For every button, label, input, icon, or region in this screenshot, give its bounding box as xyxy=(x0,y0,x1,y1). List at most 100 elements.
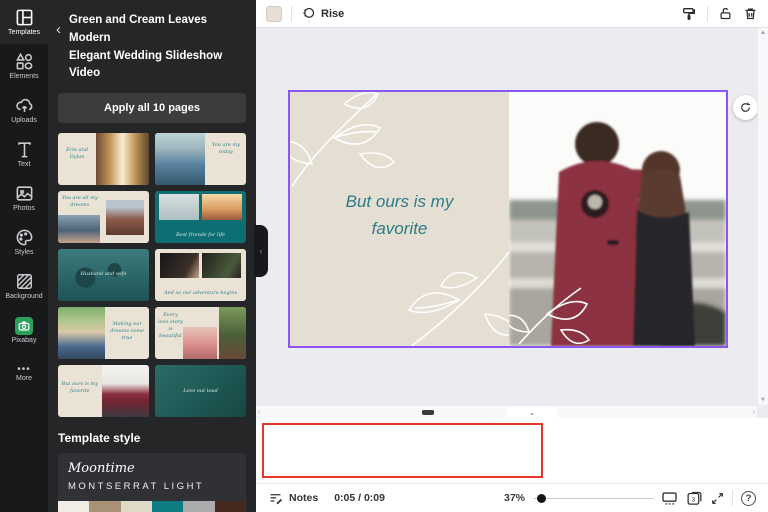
more-icon: ••• xyxy=(17,363,31,375)
zoom-slider-handle[interactable] xyxy=(537,493,546,503)
fullscreen-button[interactable] xyxy=(711,492,724,505)
scroll-up-icon[interactable]: ▲ xyxy=(760,30,766,36)
zoom-slider-track xyxy=(533,497,653,499)
template-style-heading: Template style xyxy=(58,431,141,446)
sidebar-item-label: Templates xyxy=(8,29,40,36)
vertical-scrollbar[interactable]: ▲ ▼ xyxy=(757,28,768,405)
sidebar-item-photos[interactable]: Photos xyxy=(0,176,48,220)
slide-text-line2: favorite xyxy=(371,219,428,239)
scroll-right-icon[interactable]: › xyxy=(753,409,755,416)
sidebar-item-label: Styles xyxy=(14,249,34,256)
thumbnail-photo xyxy=(202,253,241,279)
scroll-down-icon[interactable]: ▼ xyxy=(760,397,766,403)
template-thumbnail-6[interactable]: And so our adventure begins xyxy=(155,249,246,302)
couple-photo xyxy=(509,92,726,346)
paint-roller-icon xyxy=(683,7,695,20)
sidebar-item-label: Pixabay xyxy=(11,336,37,344)
text-icon xyxy=(17,142,31,158)
template-thumbnail-5[interactable]: Husband and wife xyxy=(58,249,149,302)
sidebar-item-styles[interactable]: Styles xyxy=(0,220,48,264)
playback-time: 0:05 / 0:09 xyxy=(334,492,385,504)
editor-main: Rise But ours is my favorite ▲ ▼ ‹ › ⌄ N… xyxy=(256,0,768,512)
scroll-left-icon[interactable]: ‹ xyxy=(258,409,260,416)
zoom-slider[interactable] xyxy=(533,491,653,505)
palette-swatches xyxy=(58,501,246,512)
leaf-decoration-top-left xyxy=(290,92,396,187)
background-color-swatch[interactable] xyxy=(266,5,282,22)
unlock-icon xyxy=(720,7,731,20)
context-toolbar: Rise xyxy=(256,0,768,28)
canva-editor-window: Templates Elements Uploads Text Photos S… xyxy=(0,0,768,512)
statusbar-divider xyxy=(732,490,733,506)
sidebar-item-templates[interactable]: Templates xyxy=(0,0,48,44)
template-title-line1: Green and Cream Leaves Modern xyxy=(69,14,208,44)
template-thumbnail-9[interactable]: But ours is my favorite xyxy=(58,365,149,418)
apply-all-pages-button[interactable]: Apply all 10 pages xyxy=(58,93,246,124)
templates-panel: ‹ Green and Cream Leaves Modern Elegant … xyxy=(48,0,268,512)
template-thumbnails-grid: Erin and Dylan You are my today You are … xyxy=(48,133,256,418)
template-thumbnail-8[interactable]: Every love story is beautiful xyxy=(155,307,246,360)
slide-photo-half xyxy=(509,92,726,346)
grid-view-button[interactable]: 3 xyxy=(686,490,703,507)
palette-swatch-2 xyxy=(89,501,121,512)
scrollbar-thumb[interactable] xyxy=(422,410,434,415)
sidebar-item-label: Elements xyxy=(9,73,39,80)
notes-button[interactable]: Notes xyxy=(268,491,318,506)
sidebar-item-label: Text xyxy=(17,161,31,168)
slide-text[interactable]: But ours is my favorite xyxy=(290,188,509,242)
palette-swatch-5 xyxy=(183,501,215,512)
copy-style-button[interactable] xyxy=(681,6,697,22)
sidebar-item-text[interactable]: Text xyxy=(0,132,48,176)
thumbnail-caption: And so our adventure begins xyxy=(163,290,238,297)
sidebar-item-pixabay[interactable]: Pixabay xyxy=(0,308,48,352)
thumbnail-photo xyxy=(218,307,246,360)
notes-icon xyxy=(270,493,283,504)
thumbnail-caption: Husband and wife xyxy=(80,271,127,278)
page-count: 3 xyxy=(692,496,696,503)
template-thumbnail-4[interactable]: Best friends for life xyxy=(155,191,246,244)
template-style-card[interactable]: Moontime MONTSERRAT LIGHT xyxy=(58,453,246,512)
template-thumbnail-10[interactable]: Love out loud xyxy=(155,365,246,418)
toolbar-right xyxy=(681,5,758,22)
thumbnail-photo xyxy=(160,253,199,279)
status-bar: Notes 0:05 / 0:09 37% 3 ? xyxy=(256,483,768,512)
thumbnail-caption: You are my today xyxy=(211,141,241,155)
panel-header: ‹ Green and Cream Leaves Modern Elegant … xyxy=(48,0,256,91)
template-thumbnail-3[interactable]: You are all my dreams xyxy=(58,191,149,244)
back-button[interactable]: ‹ xyxy=(56,12,61,37)
thumbnail-caption: Erin and Dylan xyxy=(66,146,89,160)
template-style-fonts: Moontime MONTSERRAT LIGHT xyxy=(58,453,246,502)
video-timeline: ▶ Erin and Dylan 2.9s + But ours is my f… xyxy=(256,418,768,483)
photos-icon xyxy=(16,186,32,201)
rotate-button[interactable] xyxy=(733,95,758,120)
sidebar-item-background[interactable]: Background xyxy=(0,264,48,308)
help-button[interactable]: ? xyxy=(741,490,756,506)
sidebar-item-label: More xyxy=(16,374,32,382)
slide-text-line1: But ours is my xyxy=(345,192,454,211)
sidebar-item-uploads[interactable]: Uploads xyxy=(0,88,48,132)
chevron-left-icon: ‹ xyxy=(259,246,263,256)
object-panel-rail: Templates Elements Uploads Text Photos S… xyxy=(0,0,48,512)
chevron-down-icon: ⌄ xyxy=(528,408,536,417)
rotate-icon xyxy=(741,102,751,112)
trash-icon xyxy=(745,8,756,20)
template-thumbnail-2[interactable]: You are my today xyxy=(155,133,246,186)
delete-button[interactable] xyxy=(743,6,758,21)
slide-beige-half: But ours is my favorite xyxy=(290,92,509,346)
sidebar-item-elements[interactable]: Elements xyxy=(0,44,48,88)
caps-font-preview: MONTSERRAT LIGHT xyxy=(68,481,205,493)
animate-button[interactable]: Rise xyxy=(301,6,344,21)
present-button[interactable] xyxy=(661,491,678,506)
lock-button[interactable] xyxy=(718,6,733,21)
toolbar-divider xyxy=(291,5,292,22)
design-page[interactable]: But ours is my favorite xyxy=(288,90,728,348)
timeline-collapse-tab[interactable]: ⌄ xyxy=(506,406,558,419)
animate-icon xyxy=(303,7,315,18)
template-thumbnail-1[interactable]: Erin and Dylan xyxy=(58,133,149,186)
panel-collapse-handle[interactable]: ‹ xyxy=(254,225,268,277)
thumbnail-caption: Love out loud xyxy=(183,388,218,395)
thumbnail-photo xyxy=(155,133,206,186)
template-thumbnail-7[interactable]: Making our dreams come true xyxy=(58,307,149,360)
sidebar-item-more[interactable]: ••• More xyxy=(0,352,48,396)
thumbnail-photo xyxy=(158,194,199,221)
